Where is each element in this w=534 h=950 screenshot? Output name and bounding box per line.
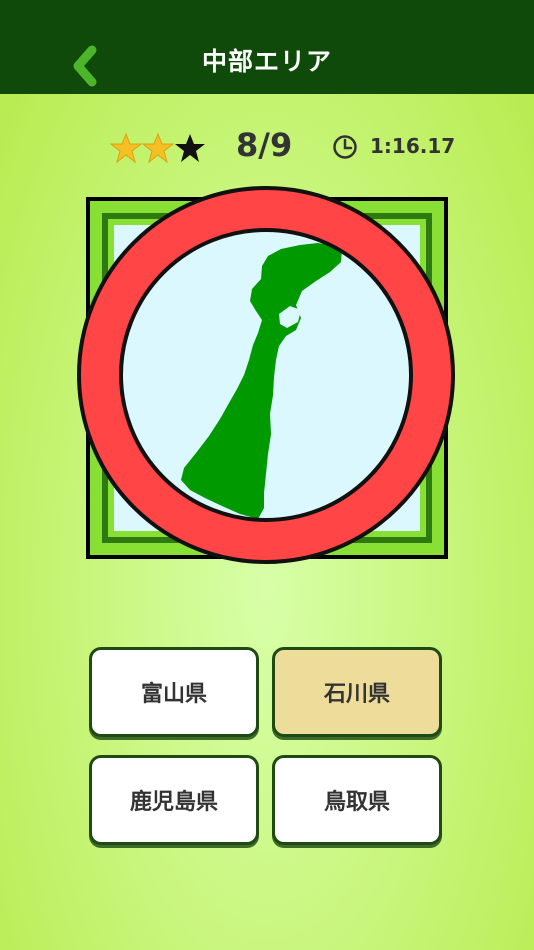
top-bar: 中部エリア [0,0,534,94]
answer-option-kagoshima[interactable]: 鹿児島県 [89,755,259,845]
star-rating [110,132,206,164]
answer-label: 富山県 [140,682,207,707]
score-counter: 8/9 [236,126,293,164]
answer-option-ishikawa[interactable]: 石川県 [272,647,442,737]
status-bar: 8/9 1:16.17 [0,120,534,176]
clock-icon [333,135,357,159]
star-filled-icon [142,132,174,164]
map-panel [86,197,448,559]
answer-label: 鳥取県 [323,790,390,815]
answer-option-tottori[interactable]: 鳥取県 [272,755,442,845]
chevron-left-icon[interactable] [64,40,112,88]
star-filled-icon [110,132,142,164]
star-empty-icon [175,134,205,162]
answer-label: 鹿児島県 [129,790,218,815]
map-water [114,225,420,531]
answer-label: 石川県 [323,682,390,707]
answer-option-toyama[interactable]: 富山県 [89,647,259,737]
elapsed-time: 1:16.17 [370,134,456,158]
